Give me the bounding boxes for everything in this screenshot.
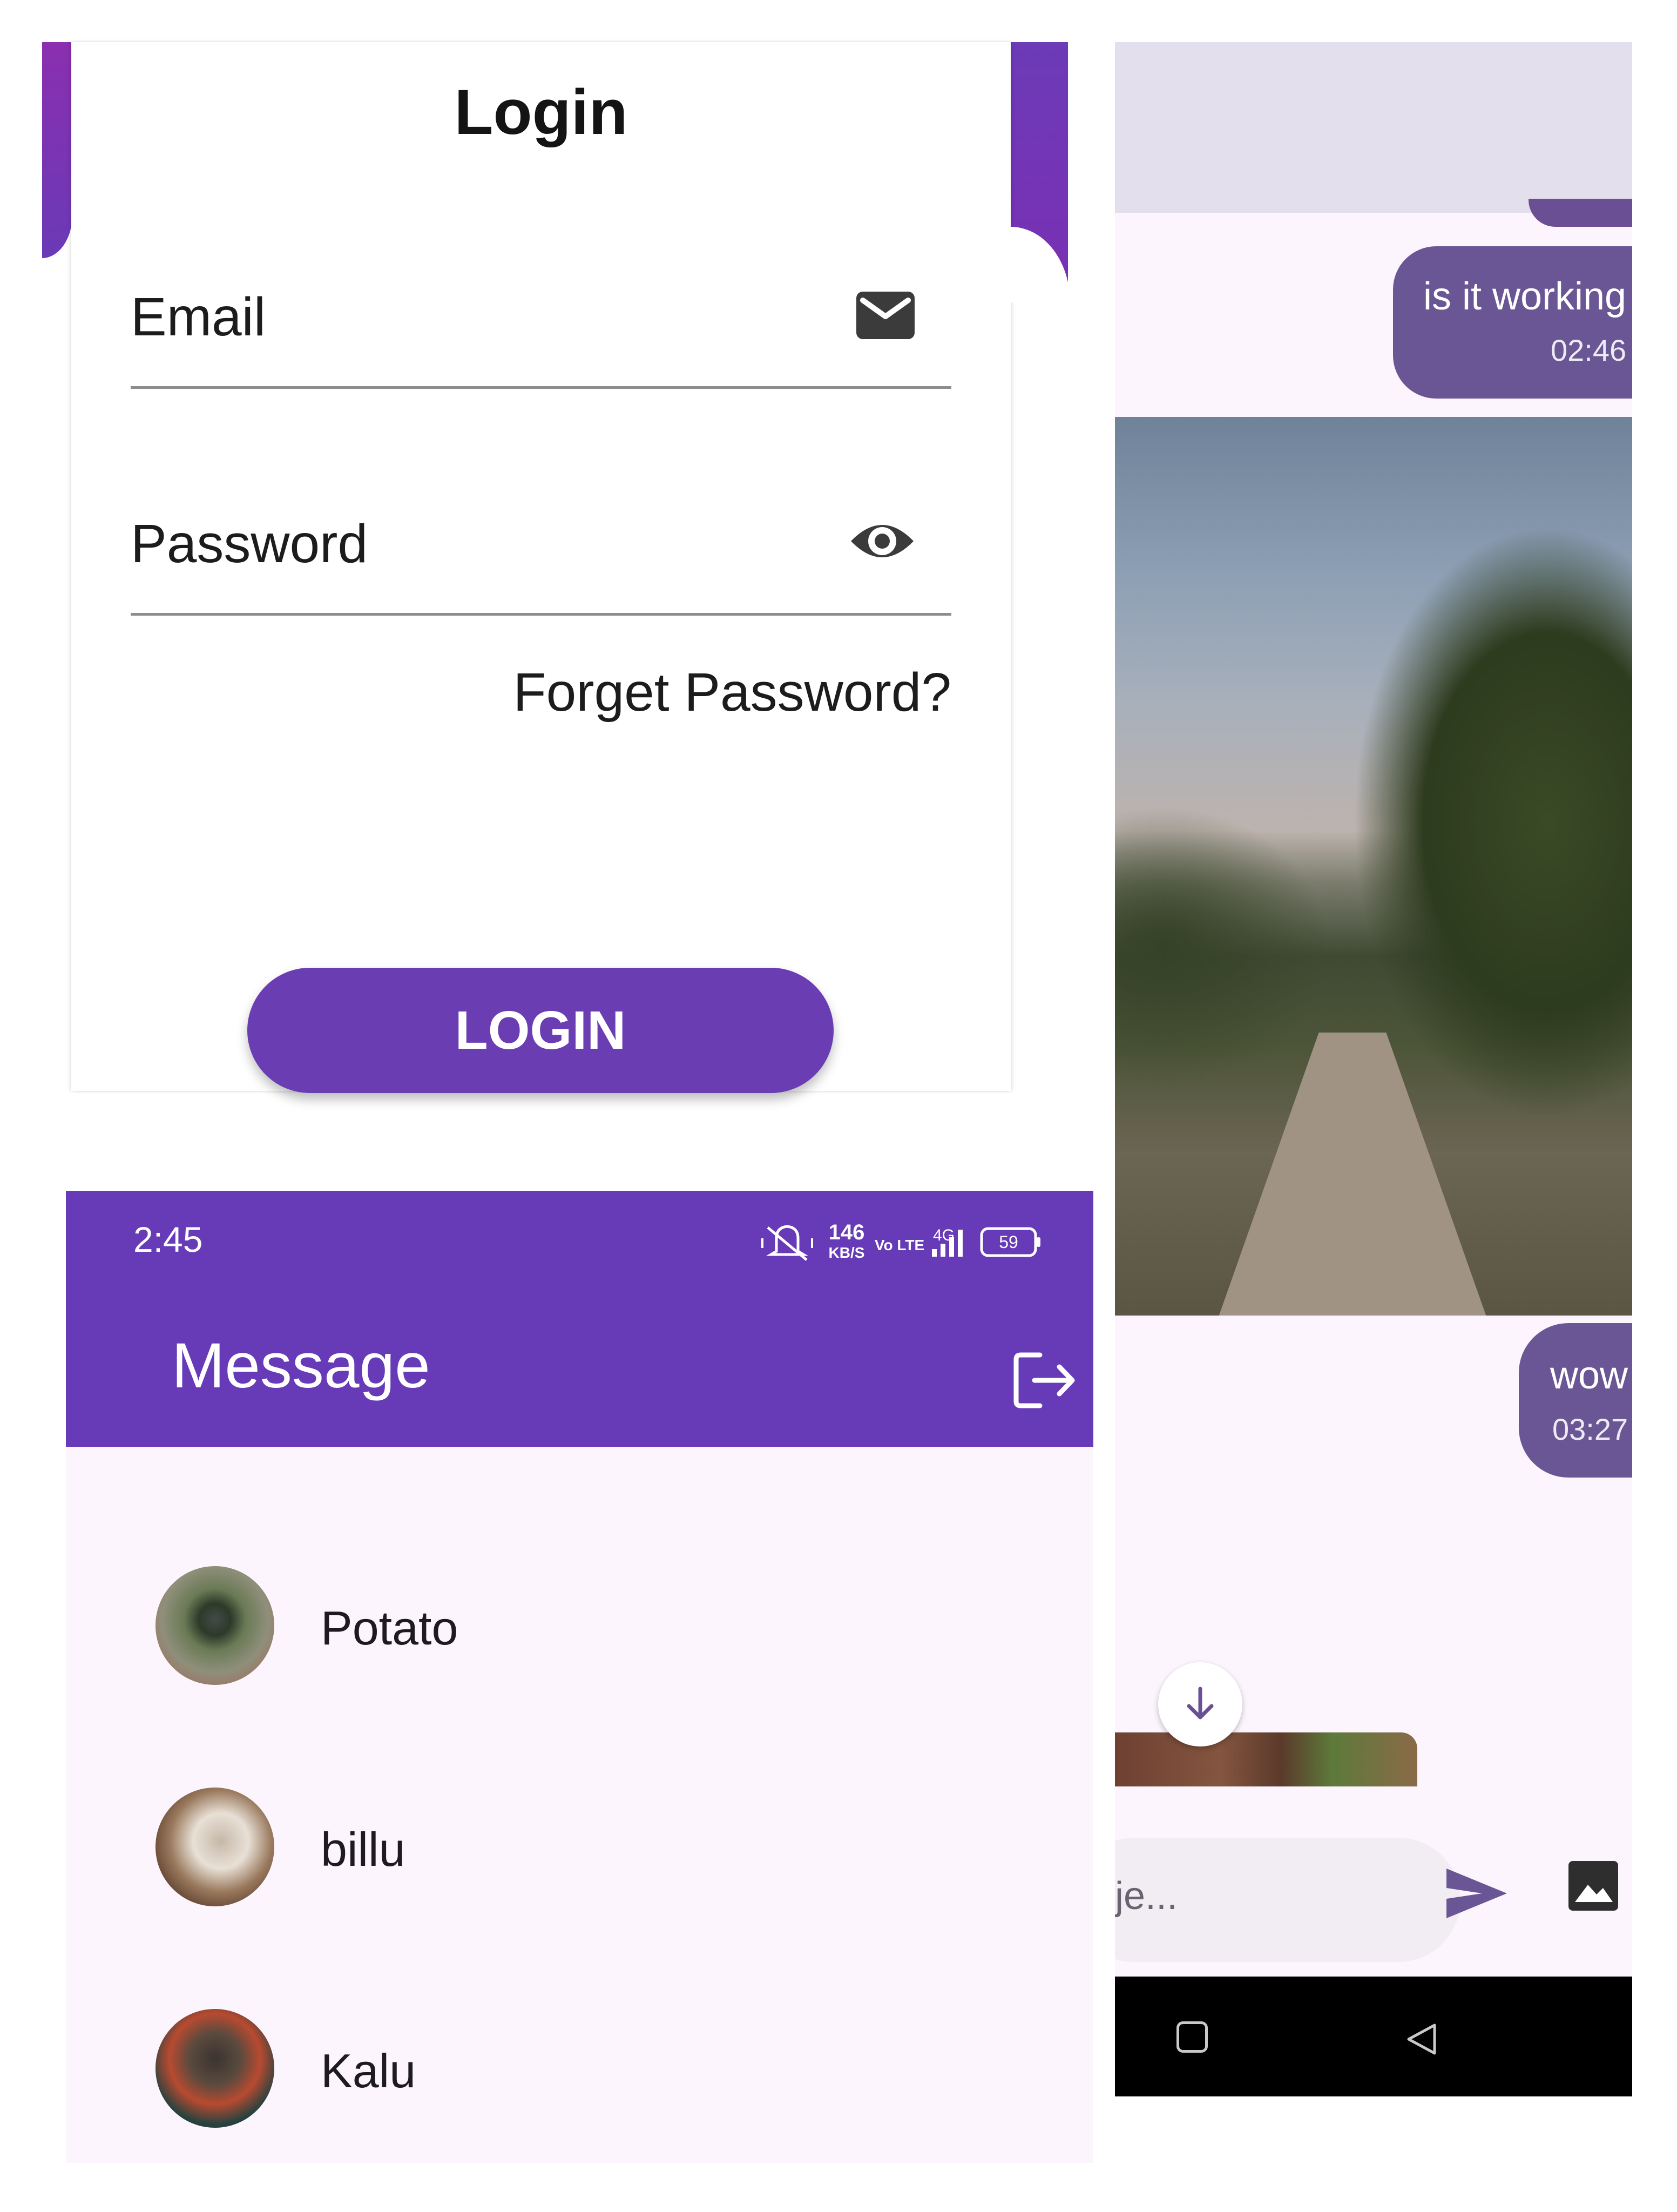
login-screen: Login Email Password Forget Password? LO…: [0, 0, 1101, 1102]
message-bubble[interactable]: is it working 02:46: [1393, 246, 1632, 399]
email-label: Email: [131, 287, 266, 347]
status-volte: Vo LTE: [875, 1237, 924, 1253]
app-header: 2:45 146 KB/S Vo LTE 4G 59 Message: [66, 1191, 1093, 1447]
send-icon[interactable]: [1444, 1866, 1509, 1923]
password-field[interactable]: Password: [131, 491, 951, 616]
contact-name: Kalu: [321, 2044, 416, 2098]
logout-icon[interactable]: [1013, 1351, 1078, 1413]
contact-list-item[interactable]: billu: [66, 1766, 1093, 1928]
login-button[interactable]: LOGIN: [247, 968, 834, 1093]
chat-screen: is it working 02:46 wow 03:27 je...: [1115, 42, 1632, 2096]
contact-name: billu: [321, 1823, 405, 1876]
email-field[interactable]: Email: [131, 265, 951, 389]
message-text: is it working: [1423, 275, 1627, 318]
status-speed: 146: [829, 1220, 865, 1244]
contact-name: Potato: [321, 1601, 458, 1655]
message-text: wow: [1550, 1354, 1628, 1397]
arrow-down-icon: [1181, 1684, 1219, 1725]
avatar: [155, 1788, 274, 1906]
decorative-accent-left: [42, 42, 72, 258]
photo-trees-left: [1115, 806, 1331, 1087]
contact-list-item[interactable]: Potato: [66, 1545, 1093, 1707]
message-time: 03:27: [1552, 1412, 1628, 1446]
nav-back-icon[interactable]: [1404, 2022, 1439, 2059]
battery-icon: 59: [980, 1227, 1040, 1257]
scroll-down-button[interactable]: [1158, 1662, 1242, 1746]
page-title: Message: [172, 1330, 430, 1401]
system-navigation-bar: [1115, 1977, 1632, 2096]
previous-message-bubble: [1529, 199, 1632, 227]
vibrate-mute-icon: [761, 1225, 813, 1261]
avatar: [155, 1566, 274, 1685]
battery-level: 59: [999, 1232, 1018, 1252]
image-icon[interactable]: [1567, 1860, 1619, 1914]
message-list-screen: 2:45 146 KB/S Vo LTE 4G 59 Message Potat…: [66, 1191, 1093, 2163]
login-title: Login: [454, 77, 628, 148]
message-input-placeholder: je...: [1115, 1874, 1178, 1918]
contact-list-item[interactable]: Kalu: [66, 1987, 1093, 2149]
message-time: 02:46: [1551, 333, 1627, 367]
avatar: [155, 2009, 274, 2128]
status-time: 2:45: [133, 1219, 203, 1259]
message-bubble[interactable]: wow 03:27: [1519, 1323, 1632, 1478]
image-message[interactable]: [1115, 417, 1632, 1316]
mail-icon: [855, 291, 916, 343]
chat-app-bar: [1115, 42, 1632, 213]
status-icons: 146 KB/S Vo LTE 4G 59: [760, 1217, 1093, 1268]
forget-password-link[interactable]: Forget Password?: [475, 662, 951, 724]
eye-icon[interactable]: [849, 518, 916, 567]
nav-home-square-icon[interactable]: [1176, 2021, 1208, 2053]
status-speed-unit: KB/S: [829, 1244, 865, 1261]
photo-trees: [1353, 525, 1632, 1119]
password-label: Password: [131, 514, 368, 574]
image-message-preview[interactable]: [1115, 1732, 1417, 1786]
